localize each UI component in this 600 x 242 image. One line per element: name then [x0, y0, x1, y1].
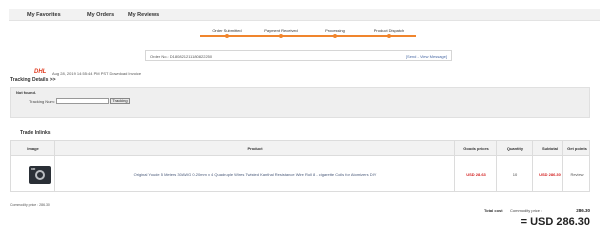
progress-dot-icon	[333, 34, 337, 38]
tracking-button[interactable]: Tracking	[110, 98, 130, 104]
order-number: Order No.: D180821211180822250	[150, 53, 213, 59]
goods-price: USD 28.63	[466, 172, 486, 177]
th-quantity: Quantity	[506, 146, 524, 151]
tracking-num-label: Tracking Num:	[29, 99, 55, 104]
column-divider	[532, 140, 533, 192]
th-goods-prices: Goods prices	[463, 146, 489, 151]
account-tabs-bar: My Favorites My Orders My Reviews	[9, 9, 600, 21]
total-cost-label: Total cost	[484, 208, 503, 213]
column-divider	[54, 140, 55, 192]
progress-step-label: Product Dispatch	[373, 28, 405, 33]
quantity-value: 10	[512, 172, 518, 177]
table-row: UD Original Youde 5 Meters 30AWG 0.20mm …	[10, 156, 590, 192]
dhl-logo: DHL	[34, 69, 47, 75]
progress-step-label: Processing	[325, 28, 345, 33]
review-link[interactable]: Review	[563, 172, 591, 177]
product-thumbnail[interactable]: UD	[29, 166, 51, 184]
column-divider	[454, 140, 455, 192]
progress-dot-icon	[279, 34, 283, 38]
commodity-price-label: Commodity price :	[510, 208, 543, 213]
tab-my-favorites[interactable]: My Favorites	[27, 12, 61, 18]
th-get-points: Get points	[567, 146, 587, 151]
tracking-not-found: Not found.	[16, 90, 36, 95]
th-image: Image	[27, 146, 39, 151]
table-header: Image Product Goods prices Quantity Subt…	[10, 140, 590, 156]
commodity-price-note: Commodity price : 286.30	[10, 203, 50, 207]
wire-coil-icon	[35, 170, 45, 180]
progress-step-dispatch: Product Dispatch	[362, 28, 416, 38]
product-thumb-brand: UD	[31, 167, 36, 171]
tracking-panel: Not found. Tracking Num: Tracking	[10, 87, 590, 118]
send-message-link[interactable]: [Send	[406, 54, 416, 59]
column-divider	[496, 140, 497, 192]
progress-dot-icon	[387, 34, 391, 38]
commodity-price-value: 286.30	[576, 208, 590, 213]
tab-my-reviews[interactable]: My Reviews	[128, 12, 159, 18]
progress-step-label: Payment Received	[264, 28, 298, 33]
tracking-details-title[interactable]: Tracking Details >>	[10, 77, 56, 83]
order-info-box: Order No.: D180821211180822250 [Send - V…	[145, 50, 452, 61]
order-message-links: [Send - View Message]	[406, 54, 447, 59]
progress-step-submitted: Order Submitted	[200, 28, 254, 38]
tab-my-orders[interactable]: My Orders	[87, 12, 114, 18]
progress-dot-icon	[225, 34, 229, 38]
total-cost-row: Total cost Commodity price : 286.30	[470, 208, 590, 216]
column-divider	[562, 140, 563, 192]
product-name-link[interactable]: Original Youde 5 Meters 30AWG 0.20mm x 4…	[55, 172, 455, 177]
shipping-date-text[interactable]: Aug 28, 2019 14:55:44 PM PST Download In…	[52, 71, 141, 76]
progress-step-processing: Processing	[308, 28, 362, 38]
progress-step-label: Order Submitted	[212, 28, 242, 33]
order-progress: Order Submitted Payment Received Process…	[200, 28, 450, 40]
grand-total: = USD 286.30	[520, 216, 590, 228]
view-message-link[interactable]: View Message]	[420, 54, 447, 59]
progress-step-payment: Payment Received	[254, 28, 308, 38]
th-product: Product	[247, 146, 263, 151]
tracking-num-input[interactable]	[56, 98, 109, 104]
trade-links-title: Trade Inlinks	[20, 130, 51, 136]
